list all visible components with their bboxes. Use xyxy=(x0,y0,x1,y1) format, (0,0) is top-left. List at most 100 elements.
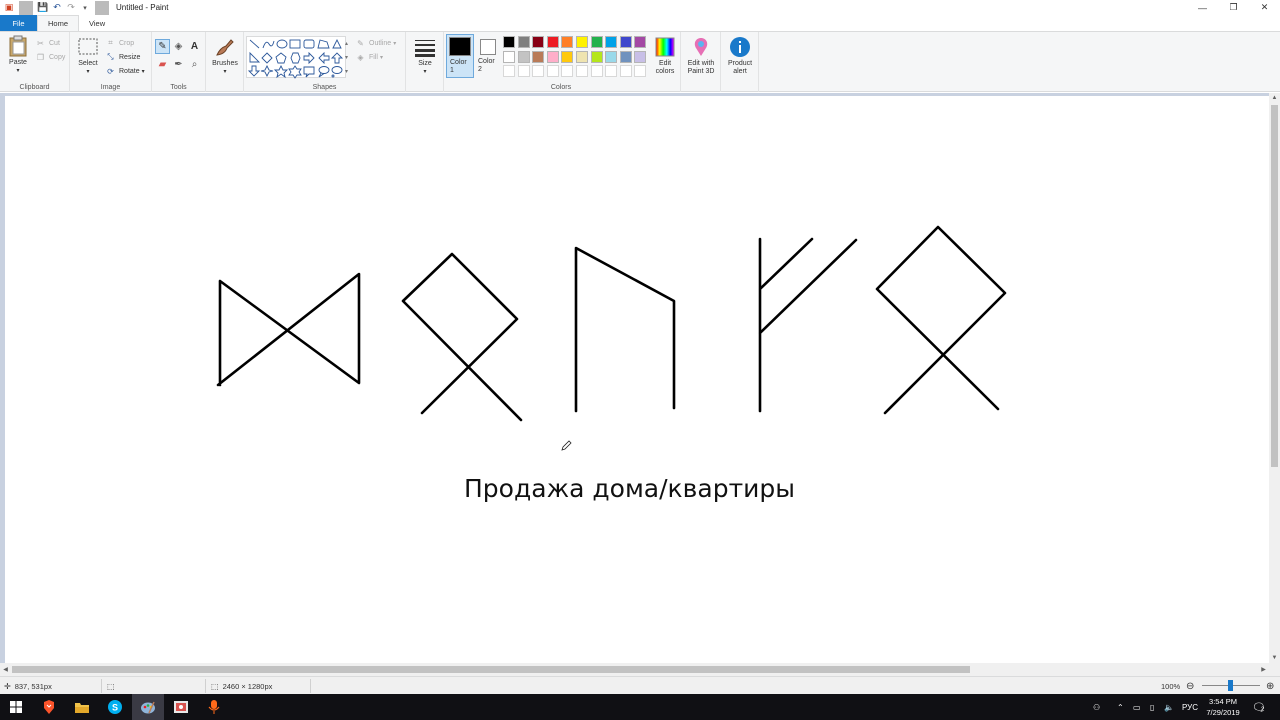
four-point-star-shape-icon[interactable] xyxy=(260,64,274,78)
product-alert-button[interactable]: Product alert xyxy=(724,36,756,76)
cut-button[interactable]: ✂ Cut xyxy=(35,37,60,49)
zoom-in-button[interactable]: ⊕ xyxy=(1266,680,1274,692)
color-picker-icon[interactable]: ✒ xyxy=(171,57,186,72)
magnifier-icon[interactable]: ⌕ xyxy=(187,57,202,72)
palette-color-swatch[interactable] xyxy=(576,36,588,48)
skype-icon[interactable]: S xyxy=(99,694,131,720)
scroll-right-icon[interactable]: ▶ xyxy=(1258,663,1269,676)
rectangle-shape-icon[interactable] xyxy=(289,39,301,49)
scroll-down-icon[interactable]: ▼ xyxy=(1269,653,1280,663)
brushes-button[interactable]: Brushes ▾ xyxy=(211,36,239,76)
scroll-left-icon[interactable]: ◀ xyxy=(0,663,11,676)
size-button[interactable]: Size ▾ xyxy=(411,36,439,76)
fill-bucket-icon[interactable]: ◈ xyxy=(171,39,186,54)
input-language[interactable]: РУС xyxy=(1182,694,1198,720)
microphone-app-icon[interactable] xyxy=(198,694,230,720)
paste-button[interactable]: Paste ▾ xyxy=(5,35,31,75)
drawing-canvas[interactable]: Продажа дома/квартиры xyxy=(5,96,1269,663)
palette-color-swatch[interactable] xyxy=(590,36,603,48)
screen-recorder-icon[interactable] xyxy=(165,694,197,720)
redo-icon[interactable]: ↷ xyxy=(64,1,78,15)
close-button[interactable]: ✕ xyxy=(1249,0,1280,15)
select-dropdown-icon[interactable]: ▾ xyxy=(86,68,89,76)
rounded-rectangle-shape-icon[interactable] xyxy=(303,39,315,49)
five-point-star-shape-icon[interactable] xyxy=(273,64,289,79)
rect-callout-shape-icon[interactable] xyxy=(303,66,315,78)
oval-shape-icon[interactable] xyxy=(276,39,288,49)
palette-color-swatch[interactable] xyxy=(532,65,545,77)
start-button[interactable] xyxy=(0,694,32,720)
zoom-slider-thumb[interactable] xyxy=(1228,680,1233,691)
palette-color-swatch[interactable] xyxy=(634,50,647,63)
palette-color-swatch[interactable] xyxy=(619,50,632,63)
horizontal-scroll-thumb[interactable] xyxy=(12,666,970,673)
fill-button[interactable]: ◈ Fill ▾ xyxy=(355,51,383,63)
customize-quick-access-icon[interactable]: ▾ xyxy=(78,1,92,15)
arrow-left-shape-icon[interactable] xyxy=(318,51,330,65)
palette-color-swatch[interactable] xyxy=(576,65,588,77)
paint-app-icon[interactable]: ▣ xyxy=(2,1,16,15)
triangle-shape-icon[interactable] xyxy=(332,38,342,49)
palette-color-swatch[interactable] xyxy=(605,65,618,77)
oval-callout-shape-icon[interactable] xyxy=(318,66,330,78)
palette-color-swatch[interactable] xyxy=(503,50,515,63)
palette-color-swatch[interactable] xyxy=(619,65,632,77)
undo-icon[interactable]: ↶ xyxy=(50,1,64,15)
palette-color-swatch[interactable] xyxy=(532,50,545,63)
show-hidden-icons-icon[interactable]: ⌃ xyxy=(1117,694,1124,720)
edit-with-paint3d-button[interactable]: Edit with Paint 3D xyxy=(683,36,719,76)
curve-shape-icon[interactable] xyxy=(262,40,275,49)
edit-colors-button[interactable]: Edit colors xyxy=(651,36,679,76)
save-icon[interactable]: 💾 xyxy=(36,1,50,15)
palette-color-swatch[interactable] xyxy=(634,65,647,77)
palette-color-swatch[interactable] xyxy=(634,36,647,48)
palette-color-swatch[interactable] xyxy=(517,50,530,63)
people-icon[interactable]: ⚇ xyxy=(1093,694,1100,720)
resize-button[interactable]: ⤡ Resize xyxy=(105,51,140,63)
tab-file[interactable]: File xyxy=(0,15,37,31)
palette-color-swatch[interactable] xyxy=(546,65,559,77)
color1-button[interactable]: Color 1 xyxy=(446,34,474,78)
palette-color-swatch[interactable] xyxy=(546,50,559,63)
hexagon-shape-icon[interactable] xyxy=(290,52,301,64)
system-clock[interactable]: 3:54 PM 7/29/2019 xyxy=(1200,696,1246,718)
palette-color-swatch[interactable] xyxy=(503,65,515,77)
palette-color-swatch[interactable] xyxy=(517,36,530,48)
eraser-icon[interactable]: ▰ xyxy=(155,57,170,72)
text-tool-icon[interactable]: A xyxy=(187,39,202,54)
scroll-up-icon[interactable]: ▲ xyxy=(1269,93,1280,103)
maximize-button[interactable]: ❐ xyxy=(1218,0,1249,15)
volume-icon[interactable]: 🔈 xyxy=(1164,694,1174,720)
outline-button[interactable]: ✎ Outline ▾ xyxy=(355,37,396,49)
minimize-button[interactable]: — xyxy=(1187,0,1218,15)
palette-color-swatch[interactable] xyxy=(561,50,574,63)
arrow-right-shape-icon[interactable] xyxy=(303,51,315,65)
arrow-down-shape-icon[interactable] xyxy=(247,65,261,77)
shapes-scroll-up-icon[interactable]: ▴ xyxy=(345,40,348,47)
action-center-icon[interactable]: 🗨 2 xyxy=(1252,694,1266,720)
crop-button[interactable]: ⌗ Crop xyxy=(105,37,134,49)
rotate-button[interactable]: ⟳ Rotate ▾ xyxy=(105,65,145,77)
color2-button[interactable]: Color 2 xyxy=(476,36,500,74)
brave-browser-icon[interactable] xyxy=(33,694,65,720)
tab-view[interactable]: View xyxy=(79,15,115,31)
palette-color-swatch[interactable] xyxy=(561,65,574,77)
palette-color-swatch[interactable] xyxy=(517,65,530,77)
palette-color-swatch[interactable] xyxy=(576,50,588,63)
battery-icon[interactable]: ▯ xyxy=(1150,694,1154,720)
vertical-scroll-thumb[interactable] xyxy=(1271,105,1278,467)
palette-color-swatch[interactable] xyxy=(590,50,603,63)
shapes-expand-icon[interactable]: ▾ xyxy=(345,68,348,75)
file-explorer-icon[interactable] xyxy=(66,694,98,720)
palette-color-swatch[interactable] xyxy=(590,65,603,77)
tab-home[interactable]: Home xyxy=(37,15,80,31)
cloud-callout-shape-icon[interactable] xyxy=(331,66,343,78)
select-button[interactable]: Select ▾ xyxy=(75,36,101,76)
network-icon[interactable]: ▭ xyxy=(1133,694,1141,720)
palette-color-swatch[interactable] xyxy=(619,36,632,48)
paste-dropdown-icon[interactable]: ▾ xyxy=(16,67,19,75)
palette-color-swatch[interactable] xyxy=(605,50,618,63)
palette-color-swatch[interactable] xyxy=(605,36,618,48)
palette-color-swatch[interactable] xyxy=(503,36,515,48)
right-triangle-shape-icon[interactable] xyxy=(249,51,261,63)
